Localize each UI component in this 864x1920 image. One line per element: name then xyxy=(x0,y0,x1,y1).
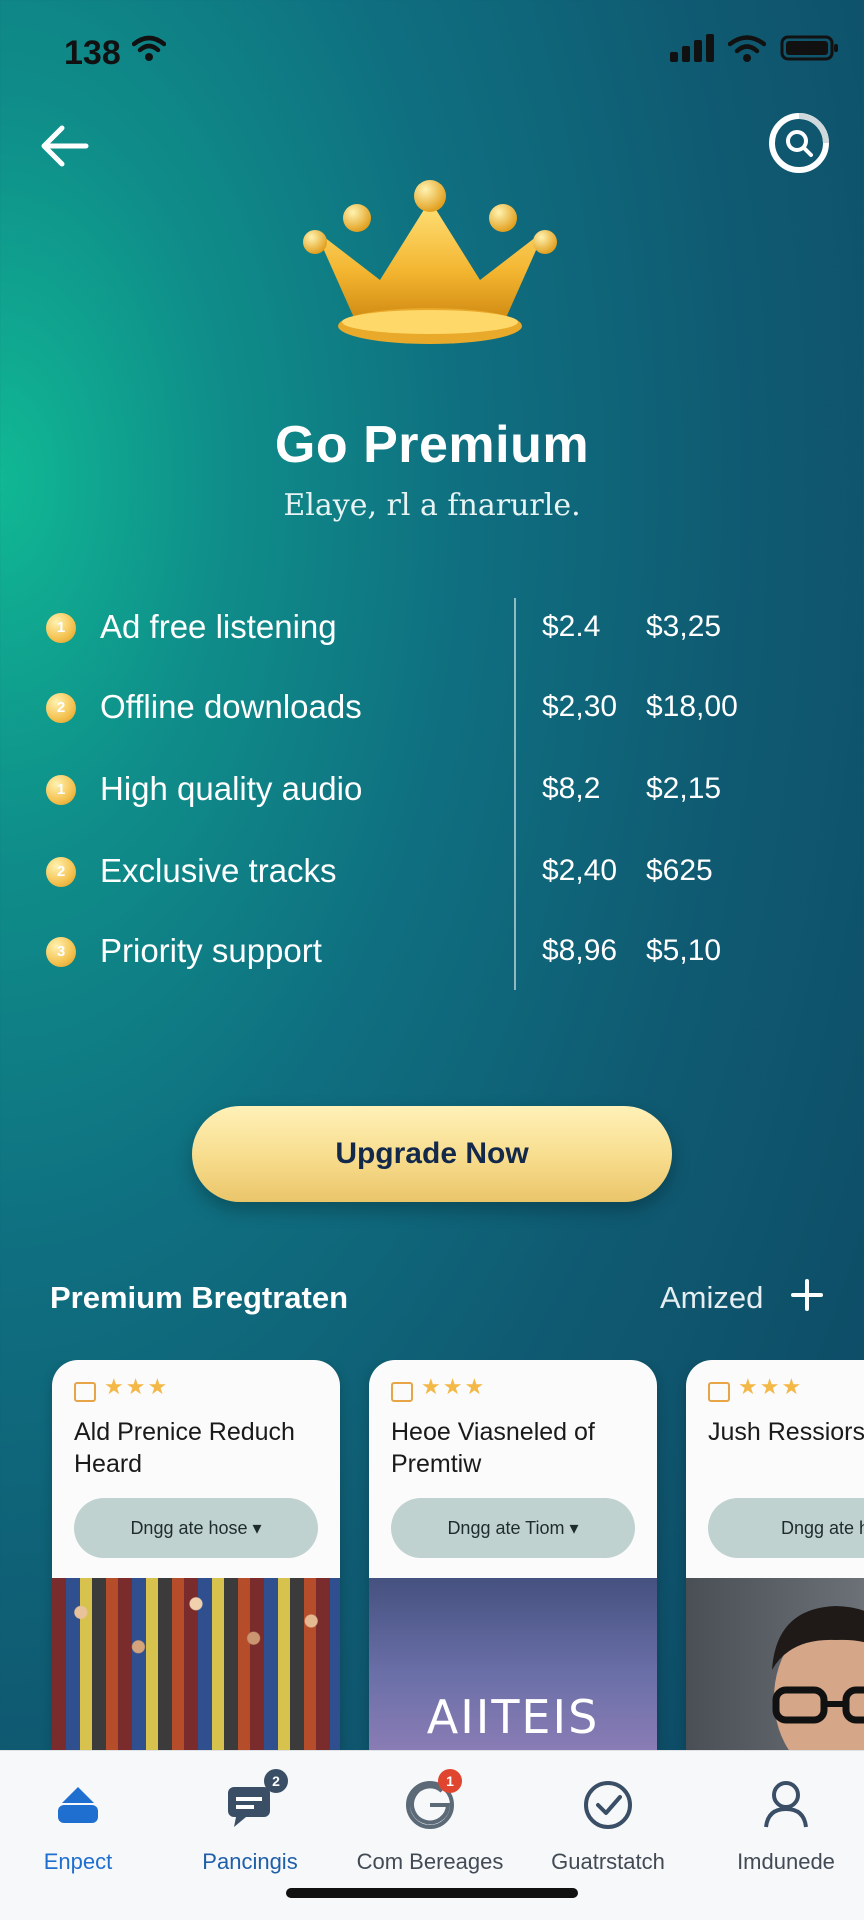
feature-list: 1 Ad free listening $2.4 $3,25 2 Offline… xyxy=(0,598,864,990)
card-dropdown-button[interactable]: Dngg ate ho xyxy=(708,1498,864,1558)
card-title: Jush Ressiors Riemo xyxy=(708,1418,864,1446)
tab-label: Guatrstatch xyxy=(551,1849,665,1874)
feature-price-a: $8,2 xyxy=(542,772,601,805)
back-arrow-icon[interactable] xyxy=(36,116,96,176)
feature-label: High quality audio xyxy=(100,770,363,807)
card-dropdown-button[interactable]: Dngg ate hose ▾ xyxy=(74,1498,318,1558)
feature-row: 1 Ad free listening $2.4 $3,25 xyxy=(0,598,864,658)
card-title: Heoe Viasneled of Premtiw xyxy=(391,1418,595,1478)
signal-icon xyxy=(670,34,714,62)
premium-card[interactable]: ★★★ Heoe Viasneled of Premtiw Dngg ate T… xyxy=(369,1360,657,1750)
upgrade-now-button[interactable]: Upgrade Now xyxy=(192,1106,672,1202)
card-type-icon xyxy=(708,1382,730,1402)
status-time: 138 xyxy=(64,34,121,72)
page-subtitle: Elaye, rl a fnarurle. xyxy=(283,488,581,523)
card-image-sky: AIITEIS xyxy=(369,1578,657,1750)
home-indicator xyxy=(286,1888,578,1898)
wifi-icon xyxy=(728,35,766,62)
feature-number-badge: 3 xyxy=(46,937,76,967)
feature-price-b: $18,00 xyxy=(646,690,738,723)
card-image-crowd xyxy=(52,1578,340,1750)
crown-icon xyxy=(303,180,557,344)
tab-label: Pancingis xyxy=(202,1849,298,1874)
tab-enpect[interactable]: Enpect xyxy=(0,1769,164,1889)
feature-label: Ad free listening xyxy=(100,608,337,645)
feature-label: Offline downloads xyxy=(100,688,362,725)
price-divider xyxy=(514,598,516,990)
card-rating-stars: ★★★ xyxy=(104,1374,170,1399)
card-image-portrait xyxy=(686,1578,864,1750)
premium-card[interactable]: ★★★ Jush Ressiors Riemo Dngg ate ho xyxy=(686,1360,864,1750)
check-circle-icon xyxy=(584,1781,632,1829)
card-rating-stars: ★★★ xyxy=(738,1374,804,1399)
feature-number-badge: 1 xyxy=(46,613,76,643)
card-image-text: AIITEIS xyxy=(426,1690,600,1744)
feature-number-badge: 2 xyxy=(46,857,76,887)
feature-label: Priority support xyxy=(100,932,322,969)
wifi-icon xyxy=(132,35,166,61)
feature-row: 2 Exclusive tracks $2,40 $625 xyxy=(0,842,864,902)
feature-label: Exclusive tracks xyxy=(100,852,337,889)
feature-price-b: $2,15 xyxy=(646,772,722,805)
card-title: Ald Prenice Reduch Heard xyxy=(74,1418,295,1478)
feature-price-b: $5,10 xyxy=(646,934,722,967)
user-icon xyxy=(764,1781,808,1828)
search-icon[interactable] xyxy=(766,110,832,176)
section-title: Premium Bregtraten xyxy=(50,1280,349,1315)
page-title: Go Premium xyxy=(274,416,590,474)
premium-card[interactable]: ★★★ Ald Prenice Reduch Heard Dngg ate ho… xyxy=(52,1360,340,1750)
card-rating-stars: ★★★ xyxy=(421,1374,487,1399)
notification-badge: 1 xyxy=(438,1769,462,1793)
card-type-icon xyxy=(74,1382,96,1402)
feature-price-a: $2.4 xyxy=(542,610,601,643)
card-type-icon xyxy=(391,1382,413,1402)
feature-row: 1 High quality audio $8,2 $2,15 xyxy=(0,760,864,820)
tab-label: Com Bereages xyxy=(356,1849,504,1874)
tab-imdunede[interactable]: Imdunede xyxy=(700,1769,864,1889)
tab-com-bereages[interactable]: 1 Com Bereages xyxy=(344,1769,516,1889)
feature-price-b: $3,25 xyxy=(646,610,722,643)
premium-cards-carousel[interactable]: ★★★ Ald Prenice Reduch Heard Dngg ate ho… xyxy=(0,1360,864,1750)
tab-pancingis[interactable]: 2 Pancingis xyxy=(164,1769,336,1889)
battery-icon xyxy=(780,35,838,61)
feature-price-a: $8,96 xyxy=(542,934,618,967)
tab-guatrstatch[interactable]: Guatrstatch xyxy=(522,1769,694,1889)
status-bar: 138 xyxy=(0,0,864,110)
boat-icon xyxy=(58,1787,98,1823)
feature-row: 3 Priority support $8,96 $5,10 xyxy=(0,922,864,982)
feature-price-b: $625 xyxy=(646,854,713,887)
feature-price-a: $2,40 xyxy=(542,854,618,887)
feature-number-badge: 1 xyxy=(46,775,76,805)
section-action-link[interactable]: Amized xyxy=(660,1280,763,1316)
tab-label: Enpect xyxy=(43,1849,113,1874)
portrait-face-icon xyxy=(772,1606,864,1750)
feature-price-a: $2,30 xyxy=(542,690,618,723)
notification-badge: 2 xyxy=(264,1769,288,1793)
plus-icon[interactable] xyxy=(790,1278,824,1312)
card-dropdown-button[interactable]: Dngg ate Tiom ▾ xyxy=(391,1498,635,1558)
feature-number-badge: 2 xyxy=(46,693,76,723)
tab-label: Imdunede xyxy=(737,1849,835,1874)
feature-row: 2 Offline downloads $2,30 $18,00 xyxy=(0,678,864,738)
